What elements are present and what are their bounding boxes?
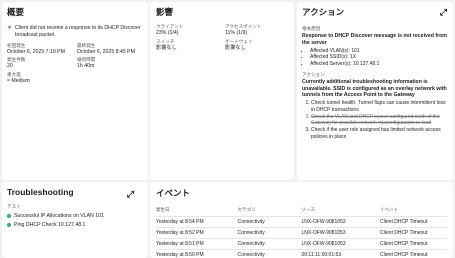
alert-message: ▼ Client did not receive a response to i…: [7, 25, 143, 39]
action-title: アクション: [302, 7, 345, 17]
list-item: Affected SSID(s): 1X: [310, 54, 448, 61]
troubleshooting-card: Troubleshooting ⤢ テスト Successful IP Allo…: [2, 182, 148, 258]
column-header-source[interactable]: ソース: [301, 207, 380, 217]
warning-triangle-icon: ▼: [7, 25, 12, 31]
expand-icon[interactable]: ⤢: [127, 190, 134, 199]
action-card: アクション ⤢ 根本原因 Response to DHCP Discover m…: [297, 2, 453, 180]
root-cause-text: Response to DHCP Discover message is not…: [302, 33, 447, 46]
table-row[interactable]: Yesterday at 8:50 PM Connectivity 00:11:…: [156, 249, 447, 258]
impact-access-points: アクセスポイント 11% (1/9): [225, 24, 262, 36]
column-header-event[interactable]: イベント: [380, 207, 447, 217]
tests-label: テスト: [7, 204, 21, 209]
list-item: Check tunnel health: Tunnel flaps can ca…: [311, 100, 448, 114]
test-item[interactable]: Ping DHCP Check 10.127.48.1: [7, 222, 143, 228]
troubleshooting-title: Troubleshooting: [7, 187, 74, 197]
impact-gateways: ゲートウェイ 影響なし: [225, 39, 253, 51]
alert-text: Client did not receive a response to its…: [14, 25, 141, 39]
action-text: Currently additional troubleshooting inf…: [302, 78, 447, 99]
table-row[interactable]: Yesterday at 8:54 PM Connectivity LNX-OF…: [156, 216, 447, 228]
column-header-date[interactable]: 発生日: [156, 207, 237, 217]
events-table: 発生日 カテゴリ ソース イベント Yesterday at 8:54 PM C…: [156, 207, 447, 258]
impact-fields: クライアント 23% (1/4) アクセスポイント 11% (1/9) スイッチ…: [156, 24, 288, 51]
root-cause-label: 根本原因: [302, 26, 321, 31]
list-item: Check if the user role assigned has limi…: [311, 127, 448, 141]
summary-card: 概要 ▼ Client did not receive a response t…: [2, 2, 148, 180]
affected-list: Affected VLAN(s): 101 Affected SSID(s): …: [302, 48, 448, 68]
table-row[interactable]: Yesterday at 8:51 PM Connectivity LNX-OF…: [156, 238, 447, 250]
impact-switches: スイッチ 影響なし: [156, 39, 177, 51]
status-dot-icon: [7, 214, 11, 218]
table-header: 発生日 カテゴリ ソース イベント: [156, 207, 447, 217]
steps-list: Check tunnel health: Tunnel flaps can ca…: [302, 100, 448, 141]
summary-fields: 初回発生 October 6, 2025 7:10 PM 最終発生 Octobe…: [7, 43, 143, 69]
severity-medium-icon: =: [7, 77, 10, 84]
impact-title: 影響: [156, 7, 174, 17]
occurrence-count: 発生件数 20: [7, 57, 26, 69]
events-card: イベント 発生日 カテゴリ ソース イベント Yesterday at 8:54…: [150, 182, 453, 258]
summary-title: 概要: [7, 7, 25, 17]
test-item[interactable]: Successful IP Allocations on VLAN 101: [7, 213, 143, 219]
column-header-category[interactable]: カテゴリ: [237, 207, 301, 217]
status-dot-icon: [7, 223, 11, 227]
impact-clients: クライアント 23% (1/4): [156, 24, 184, 36]
list-item: Check the VLAN and DHCP server configure…: [311, 114, 448, 128]
severity-value: Medium: [11, 77, 30, 84]
first-occurrence: 初回発生 October 6, 2025 7:10 PM: [7, 43, 65, 55]
list-item: Affected VLAN(s): 101: [310, 48, 448, 55]
duration: 継続時間 1h 40m: [77, 57, 96, 69]
action-label: アクション: [302, 71, 325, 77]
table-row[interactable]: Yesterday at 8:52 PM Connectivity LNX-OF…: [156, 227, 447, 239]
list-item: Affected Server(s): 10.127.48.1: [310, 61, 448, 68]
last-occurrence: 最終発生 October 6, 2025 8:45 PM: [77, 43, 135, 55]
impact-card: 影響 クライアント 23% (1/4) アクセスポイント 11% (1/9) ス…: [150, 2, 294, 180]
expand-icon[interactable]: ⤢: [440, 8, 447, 17]
events-title: イベント: [156, 188, 191, 198]
severity: 重大度 = Medium: [7, 72, 143, 84]
